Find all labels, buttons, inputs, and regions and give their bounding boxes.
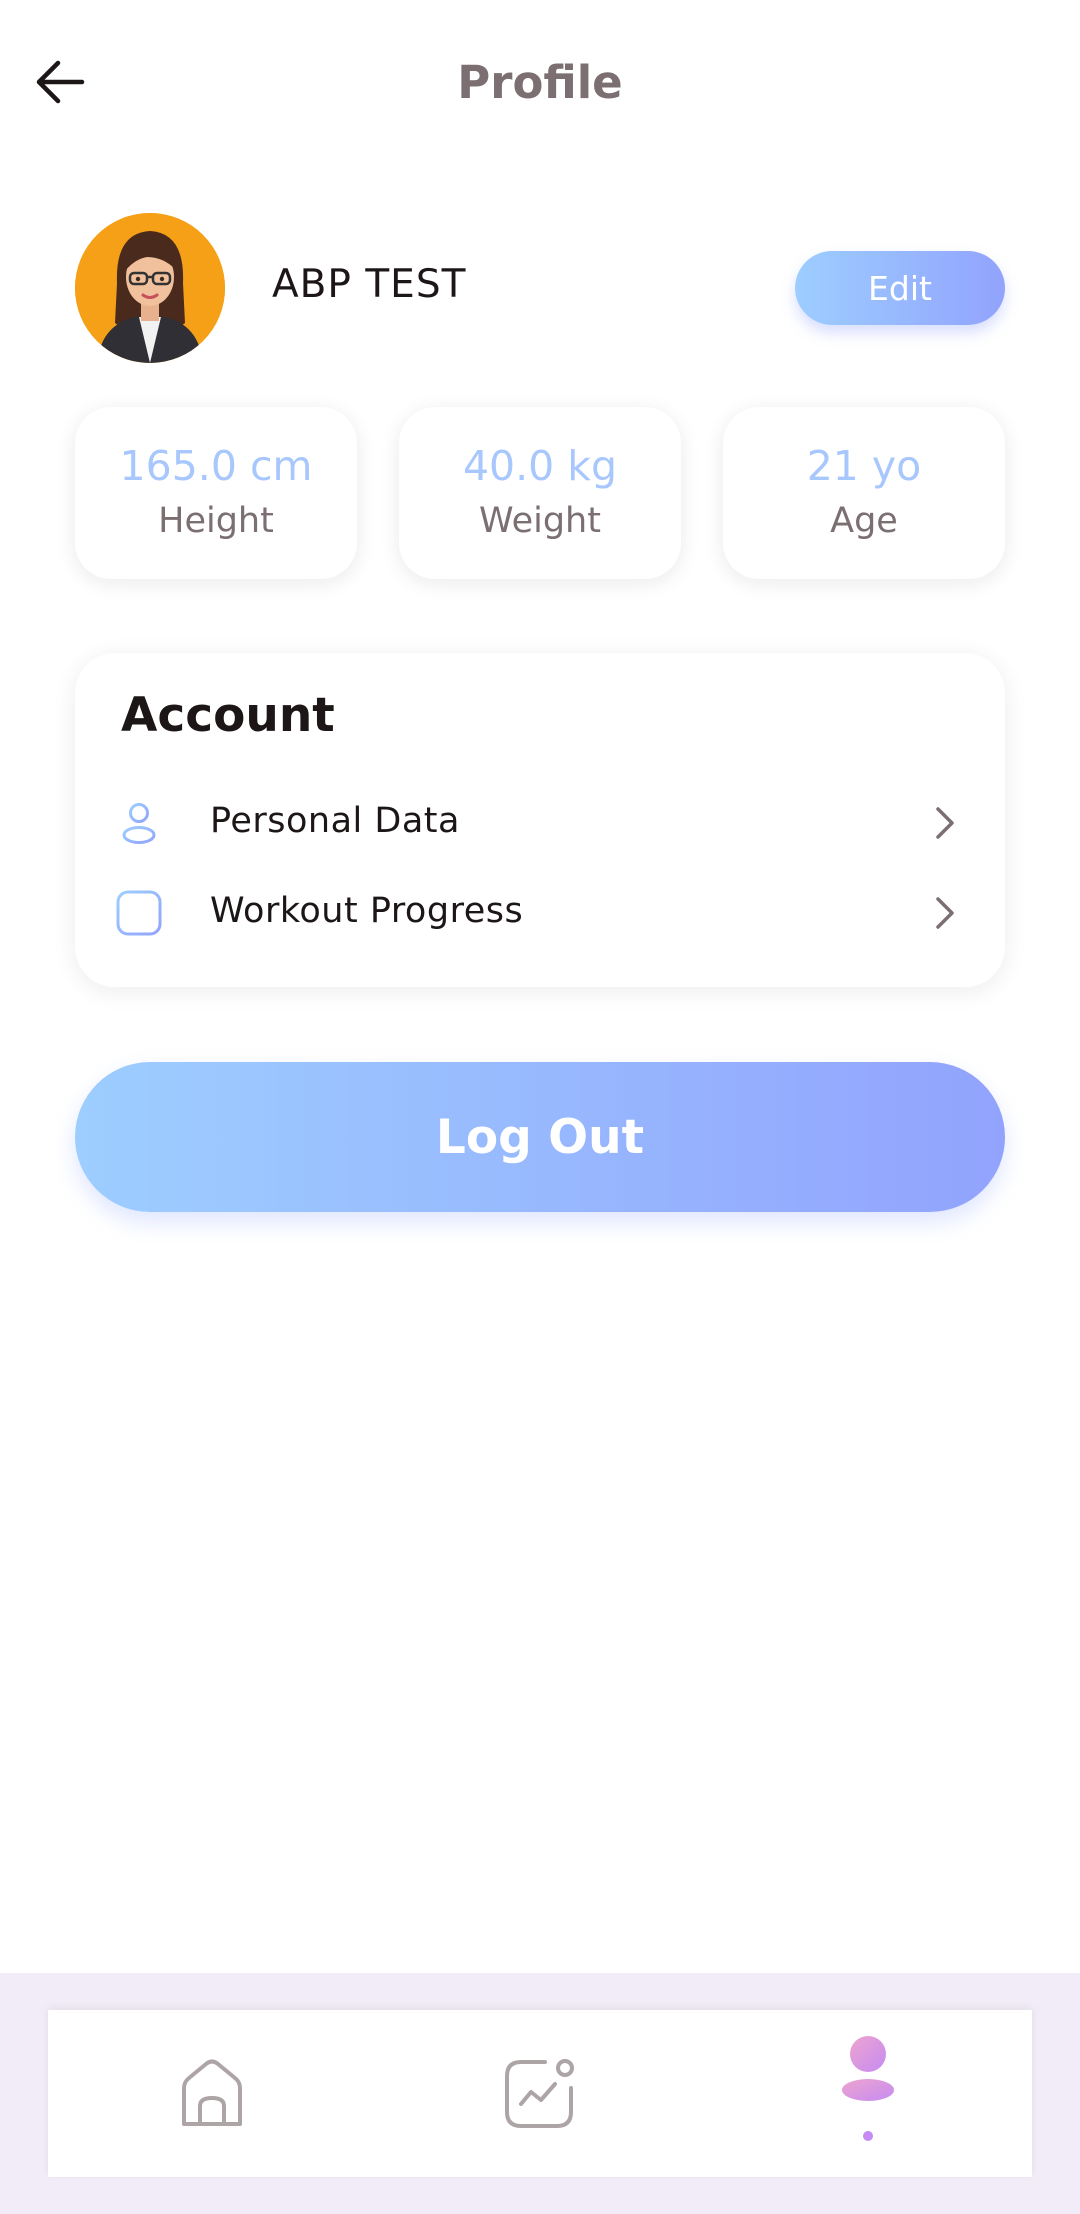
account-item-label: Personal Data — [210, 801, 460, 841]
profile-icon — [842, 2035, 894, 2141]
chart-icon — [116, 890, 162, 936]
account-item-personal-data[interactable]: Personal Data — [75, 785, 1005, 861]
account-title: Account — [121, 688, 335, 743]
chevron-right-icon — [936, 807, 954, 839]
stat-value: 40.0 kg — [462, 442, 618, 490]
avatar — [75, 213, 225, 363]
stat-card-height: 165.0 cm Height — [75, 407, 357, 579]
activity-chart-icon — [505, 2058, 574, 2128]
account-item-label: Workout Progress — [210, 891, 524, 931]
edit-button[interactable]: Edit — [795, 251, 1005, 325]
nav-item-activity[interactable] — [459, 2010, 619, 2177]
chevron-right-icon — [936, 897, 954, 929]
stat-label: Height — [158, 501, 274, 541]
account-item-workout-progress[interactable]: Workout Progress — [75, 875, 1005, 951]
stat-label: Age — [830, 501, 898, 541]
nav-item-home[interactable] — [132, 2010, 292, 2177]
page-title: Profile — [457, 56, 623, 109]
stat-label: Weight — [479, 501, 601, 541]
user-name: ABP TEST — [272, 262, 467, 307]
home-icon — [182, 2059, 242, 2126]
stat-value: 21 yo — [806, 442, 922, 490]
stat-value: 165.0 cm — [119, 442, 313, 490]
stat-card-age: 21 yo Age — [723, 407, 1005, 579]
stat-card-weight: 40.0 kg Weight — [399, 407, 681, 579]
header: Profile — [0, 0, 1080, 170]
account-card: Account Personal Data Workout Progress — [75, 653, 1005, 987]
woman-avatar-illustration — [75, 213, 225, 363]
bottom-nav — [48, 2010, 1032, 2177]
nav-item-profile[interactable] — [788, 2010, 948, 2177]
profile-screen: Profile ABP TEST Edit 165.0 cm Height 40… — [0, 0, 1080, 2214]
user-icon — [122, 803, 156, 844]
logout-button[interactable]: Log Out — [75, 1062, 1005, 1212]
